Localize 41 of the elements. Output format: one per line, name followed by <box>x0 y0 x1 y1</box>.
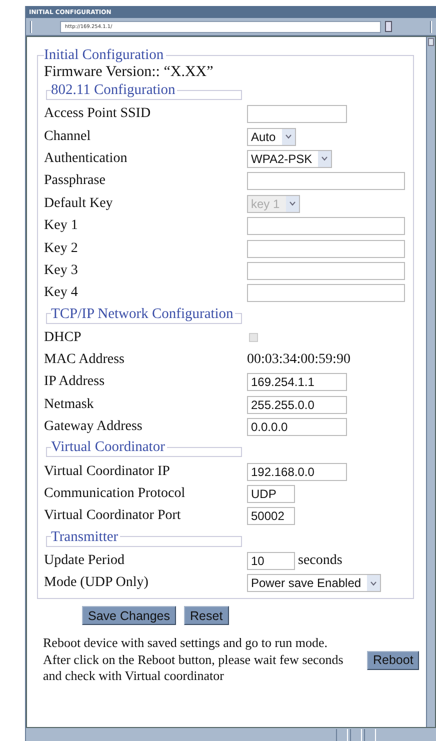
dropdown[interactable]: WPA2-PSK <box>247 150 332 168</box>
field-label: Key 2 <box>44 240 79 257</box>
input-field[interactable]: 0.0.0.0 <box>247 418 347 436</box>
field-label: MAC Address <box>44 352 126 368</box>
field-label: Netmask <box>44 396 95 413</box>
form-button[interactable]: Reset <box>184 606 229 626</box>
field-label: Access Point SSID <box>44 106 152 122</box>
firmware-version: Firmware Version:: “X.XX” <box>44 63 214 81</box>
field-label: Passphrase <box>44 173 106 190</box>
reboot-button[interactable]: Reboot <box>367 650 420 670</box>
input-field[interactable]: UDP <box>247 485 295 504</box>
section-legend: TCP/IP Network Configuration <box>51 306 236 322</box>
field-label: Key 4 <box>44 285 79 302</box>
field-label: Channel <box>44 128 92 145</box>
form-button[interactable]: Save Changes <box>82 606 176 626</box>
field-label: Default Key <box>44 196 114 212</box>
field-label: IP Address <box>44 374 106 390</box>
field-label: DHCP <box>44 330 82 346</box>
field-label: Update Period <box>44 552 126 569</box>
field-label: Mode (UDP Only) <box>44 575 150 592</box>
input-field[interactable]: 50002 <box>247 507 295 526</box>
input-field[interactable]: 10 <box>247 552 295 570</box>
field-label: Key 3 <box>44 262 79 279</box>
unit-label: seconds <box>298 552 342 569</box>
section-legend: Transmitter <box>51 528 120 545</box>
input-field[interactable]: 192.168.0.0 <box>247 462 347 481</box>
field-label: Authentication <box>44 150 128 167</box>
field-label: Communication Protocol <box>44 486 186 502</box>
reboot-note: Reboot device with saved settings and go to run mode. After click on the Reboot button, please wait few seconds and check with Virtual coordinator <box>43 635 344 685</box>
input-field[interactable]: 169.254.1.1 <box>247 373 347 392</box>
dropdown[interactable]: Auto <box>247 128 296 146</box>
field-label: Gateway Address <box>44 419 144 436</box>
section-legend: 802.11 Configuration <box>51 82 178 98</box>
field-label: Virtual Coordinator Port <box>44 508 182 524</box>
field-label: Key 1 <box>44 218 79 234</box>
input-field[interactable]: 255.255.0.0 <box>247 396 347 414</box>
dropdown[interactable]: Power save Enabled <box>247 574 382 592</box>
form-legend: Initial Configuration <box>44 47 166 63</box>
mac-address-value: 00:03:34:00:59:90 <box>247 352 350 368</box>
section-legend: Virtual Coordinator <box>51 439 167 456</box>
field-label: Virtual Coordinator IP <box>44 464 171 480</box>
